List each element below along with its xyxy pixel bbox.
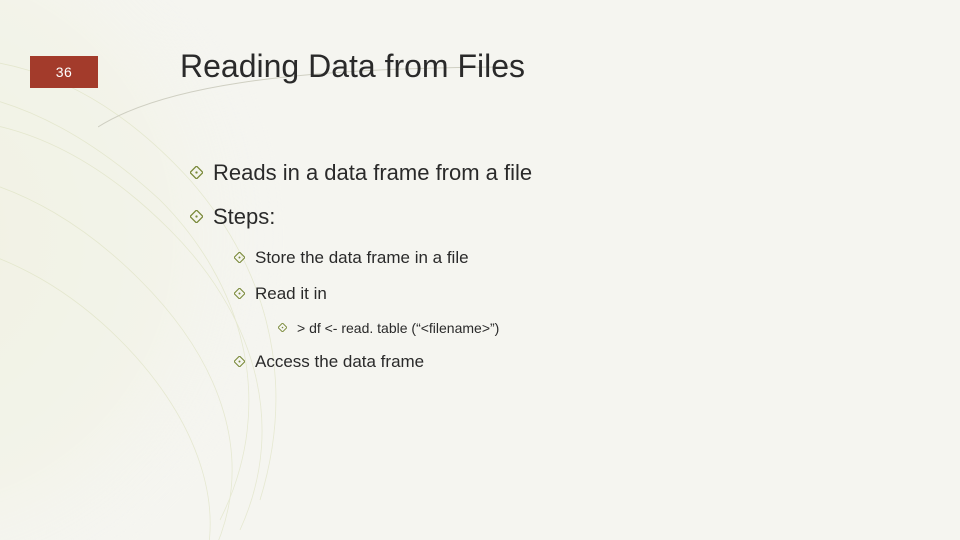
bullet-text: Steps: [213, 204, 275, 230]
slide-title: Reading Data from Files [180, 48, 525, 85]
bullet-text: Store the data frame in a file [255, 248, 469, 268]
sub-bullet-access: Access the data frame [234, 352, 890, 372]
bullet-steps: Steps: [190, 204, 890, 230]
slide-number: 36 [56, 64, 73, 80]
bullet-text: > df <- read. table (“<filename>”) [297, 320, 499, 336]
diamond-icon [190, 160, 203, 179]
slide-number-badge: 36 [30, 56, 98, 88]
diamond-icon [278, 320, 287, 332]
sub-bullet-store: Store the data frame in a file [234, 248, 890, 268]
bullet-text: Read it in [255, 284, 327, 304]
slide-content: Reads in a data frame from a file Steps:… [190, 160, 890, 388]
diamond-icon [234, 352, 245, 367]
bullet-reads: Reads in a data frame from a file [190, 160, 890, 186]
subsub-bullet-code: > df <- read. table (“<filename>”) [278, 320, 890, 336]
diamond-icon [234, 248, 245, 263]
bullet-text: Reads in a data frame from a file [213, 160, 532, 186]
sub-bullet-read: Read it in [234, 284, 890, 304]
diamond-icon [234, 284, 245, 299]
diamond-icon [190, 204, 203, 223]
bullet-text: Access the data frame [255, 352, 424, 372]
